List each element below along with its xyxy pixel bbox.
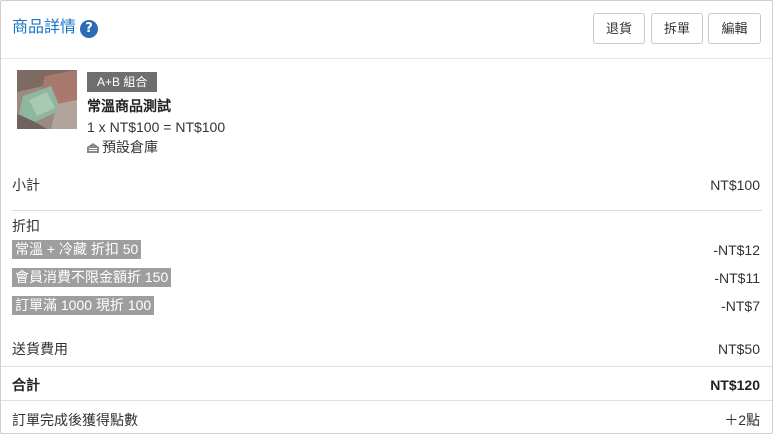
discount-amount: -NT$11 (714, 270, 760, 286)
shipping-value: NT$50 (717, 341, 760, 357)
return-button[interactable]: 退貨 (593, 13, 645, 44)
discount-amount: -NT$12 (713, 242, 760, 258)
subtotal-label: 小計 (12, 177, 40, 193)
warehouse-name: 預設倉庫 (102, 139, 158, 155)
split-order-button[interactable]: 拆單 (651, 13, 703, 44)
discount-tag: 常溫 + 冷藏 折扣 50 (12, 240, 142, 259)
warehouse-info: 預設倉庫 (87, 138, 158, 156)
divider (1, 366, 772, 367)
warehouse-icon (87, 143, 99, 153)
product-price-line: 1 x NT$100 = NT$100 (87, 119, 226, 135)
points-value: ＋2點 (724, 412, 760, 428)
product-thumbnail[interactable] (17, 70, 77, 129)
total-label: 合計 (12, 377, 40, 393)
divider (1, 400, 772, 401)
discount-tag: 訂單滿 1000 現折 100 (12, 296, 155, 315)
bundle-badge: A+B 組合 (87, 72, 158, 92)
edit-button[interactable]: 編輯 (708, 13, 761, 44)
divider (12, 210, 762, 211)
discount-label: 折扣 (12, 218, 40, 234)
product-name: 常溫商品測試 (87, 98, 171, 114)
shipping-label: 送貨費用 (12, 341, 68, 357)
discount-tag: 會員消費不限金額折 150 (12, 268, 172, 287)
points-label: 訂單完成後獲得點數 (12, 412, 138, 428)
panel-header: 商品詳情 ? 退貨 拆單 編輯 (1, 1, 772, 59)
total-value: NT$120 (710, 377, 760, 393)
question-circle-icon[interactable]: ? (80, 20, 98, 38)
discount-amount: -NT$7 (721, 298, 760, 314)
page-title: 商品詳情 (12, 19, 77, 36)
subtotal-value: NT$100 (710, 177, 760, 193)
product-detail-panel: 商品詳情 ? 退貨 拆單 編輯 A+B 組合 常溫商品測試 1 x NT$100… (0, 0, 773, 434)
